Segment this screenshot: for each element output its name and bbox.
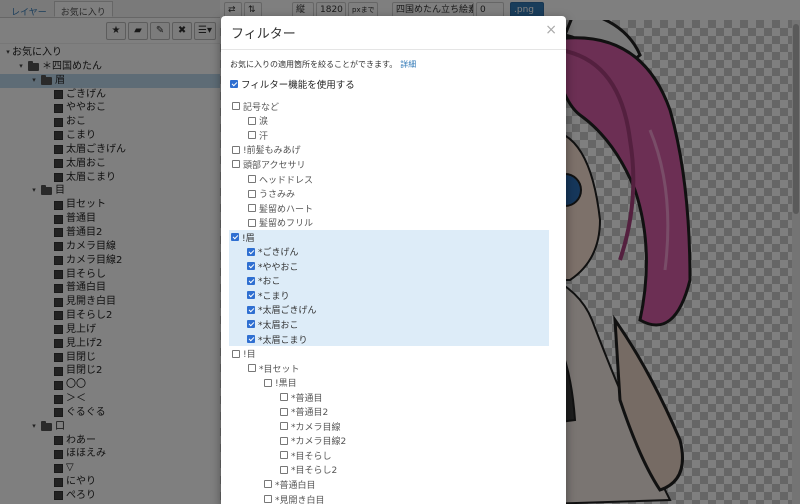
filter-item-label: 涙 <box>259 117 269 128</box>
filter-item-label: *目そらし2 <box>291 466 338 477</box>
filter-item-label: *目そらし <box>291 451 332 462</box>
filter-item-checkbox[interactable] <box>248 218 256 227</box>
filter-item[interactable]: *太眉こまり <box>229 332 549 347</box>
enable-filter-row[interactable]: フィルター機能を使用する <box>230 77 557 91</box>
filter-item-checkbox[interactable] <box>232 160 240 169</box>
filter-item-label: うさみみ <box>259 190 296 201</box>
filter-item-label: ヘッドドレス <box>259 175 314 186</box>
filter-item-checkbox[interactable] <box>248 189 256 198</box>
filter-item[interactable]: *見開き白目 <box>230 492 557 504</box>
filter-item-checkbox[interactable] <box>280 422 288 431</box>
filter-item-label: *太眉ごきげん <box>258 306 317 317</box>
filter-item[interactable]: うさみみ <box>230 186 557 201</box>
filter-item[interactable]: *おこ <box>229 274 549 289</box>
filter-item-checkbox[interactable] <box>248 204 256 213</box>
filter-item-label: 記号など <box>243 102 280 113</box>
filter-item-checkbox[interactable] <box>264 495 272 504</box>
filter-item-label: 髪留めハート <box>259 204 314 215</box>
filter-item-label: *カメラ目線 <box>291 422 341 433</box>
filter-item-label: *太眉おこ <box>258 320 299 331</box>
filter-item-checkbox[interactable] <box>247 320 255 329</box>
filter-item[interactable]: *カメラ目線 <box>230 419 557 434</box>
filter-item-label: *ややおこ <box>258 262 299 273</box>
filter-dialog: フィルター × お気に入りの適用箇所を絞ることができます。 詳細 フィルター機能を… <box>221 16 566 504</box>
filter-item[interactable]: *ややおこ <box>229 259 549 274</box>
filter-item[interactable]: *目セット <box>230 361 557 376</box>
filter-item[interactable]: !黒目 <box>230 375 557 390</box>
filter-item-checkbox[interactable] <box>247 276 255 285</box>
enable-filter-label: フィルター機能を使用する <box>241 80 355 91</box>
filter-item[interactable]: *普通目2 <box>230 404 557 419</box>
filter-item-label: !目 <box>243 350 256 361</box>
filter-item-label: !前髪もみあげ <box>243 146 301 157</box>
filter-item-checkbox[interactable] <box>280 393 288 402</box>
filter-item-checkbox[interactable] <box>231 233 239 242</box>
filter-item-label: 頭部アクセサリ <box>243 160 306 171</box>
filter-item[interactable]: *こまり <box>229 288 549 303</box>
filter-item-checkbox[interactable] <box>247 335 255 344</box>
filter-item-checkbox[interactable] <box>264 480 272 489</box>
filter-item[interactable]: *普通白目 <box>230 477 557 492</box>
filter-item-label: !黒目 <box>275 379 297 390</box>
filter-item[interactable]: !眉 <box>229 230 549 245</box>
filter-item-checkbox[interactable] <box>232 102 240 111</box>
filter-item[interactable]: !前髪もみあげ <box>230 143 557 158</box>
filter-item-checkbox[interactable] <box>264 378 272 387</box>
filter-item[interactable]: *太眉ごきげん <box>229 303 549 318</box>
details-link[interactable]: 詳細 <box>400 60 416 69</box>
filter-item-label: *こまり <box>258 291 290 302</box>
filter-item-checkbox[interactable] <box>280 465 288 474</box>
close-button[interactable]: × <box>545 22 557 38</box>
filter-item[interactable]: 涙 <box>230 114 557 129</box>
filter-item[interactable]: 記号など <box>230 99 557 114</box>
filter-item[interactable]: *目そらし <box>230 448 557 463</box>
filter-item-checkbox[interactable] <box>232 145 240 154</box>
filter-item-checkbox[interactable] <box>248 175 256 183</box>
filter-item-label: *ごきげん <box>258 248 299 259</box>
filter-item-label: *見開き白目 <box>275 495 325 504</box>
filter-item-label: 汗 <box>259 131 269 142</box>
filter-item-checkbox[interactable] <box>247 247 255 256</box>
filter-selected-group: !眉 *ごきげん *ややおこ *おこ *こまり *太眉ごきげん *太眉おこ *太眉こまり <box>229 229 549 347</box>
filter-item[interactable]: 汗 <box>230 128 557 143</box>
filter-item[interactable]: ヘッドドレス <box>230 172 557 187</box>
filter-list: 記号など涙汗 !前髪もみあげ 頭部アクセサリヘッドドレス うさみみ髪留めハート 髪留めフ… <box>229 99 557 504</box>
filter-item-label: *普通目2 <box>291 408 329 419</box>
filter-item-label: *普通目 <box>291 393 323 404</box>
filter-item-label: *普通白目 <box>275 480 316 491</box>
dialog-header: フィルター × <box>221 16 566 50</box>
filter-item-label: *おこ <box>258 277 281 288</box>
filter-item[interactable]: 髪留めフリル <box>230 215 557 230</box>
filter-item[interactable]: !目 <box>230 346 557 361</box>
filter-item-checkbox[interactable] <box>248 116 256 125</box>
enable-filter-checkbox[interactable] <box>230 80 238 88</box>
filter-item[interactable]: *普通目 <box>230 390 557 405</box>
filter-item[interactable]: *太眉おこ <box>229 317 549 332</box>
filter-item-checkbox[interactable] <box>248 364 256 373</box>
filter-item[interactable]: 髪留めハート <box>230 201 557 216</box>
filter-item-checkbox[interactable] <box>232 349 240 358</box>
filter-item-checkbox[interactable] <box>247 262 255 271</box>
filter-item[interactable]: 頭部アクセサリ <box>230 157 557 172</box>
filter-item-checkbox[interactable] <box>248 131 256 140</box>
filter-item-checkbox[interactable] <box>280 451 288 460</box>
dialog-description: お気に入りの適用箇所を絞ることができます。 詳細 <box>230 59 557 71</box>
filter-item-label: !眉 <box>242 233 255 244</box>
filter-item-checkbox[interactable] <box>280 407 288 416</box>
description-text: お気に入りの適用箇所を絞ることができます。 <box>230 60 398 69</box>
filter-item-label: 髪留めフリル <box>259 219 314 230</box>
filter-item-label: *目セット <box>259 364 300 375</box>
filter-item[interactable]: *カメラ目線2 <box>230 434 557 449</box>
dialog-title: フィルター <box>231 27 296 42</box>
filter-item-checkbox[interactable] <box>247 305 255 314</box>
filter-item[interactable]: *目そらし2 <box>230 463 557 478</box>
filter-item-checkbox[interactable] <box>247 291 255 300</box>
filter-item-checkbox[interactable] <box>280 436 288 445</box>
filter-item-label: *太眉こまり <box>258 335 308 346</box>
filter-item-label: *カメラ目線2 <box>291 437 347 448</box>
filter-item[interactable]: *ごきげん <box>229 244 549 259</box>
dialog-body: お気に入りの適用箇所を絞ることができます。 詳細 フィルター機能を使用する 記号な… <box>221 59 566 504</box>
